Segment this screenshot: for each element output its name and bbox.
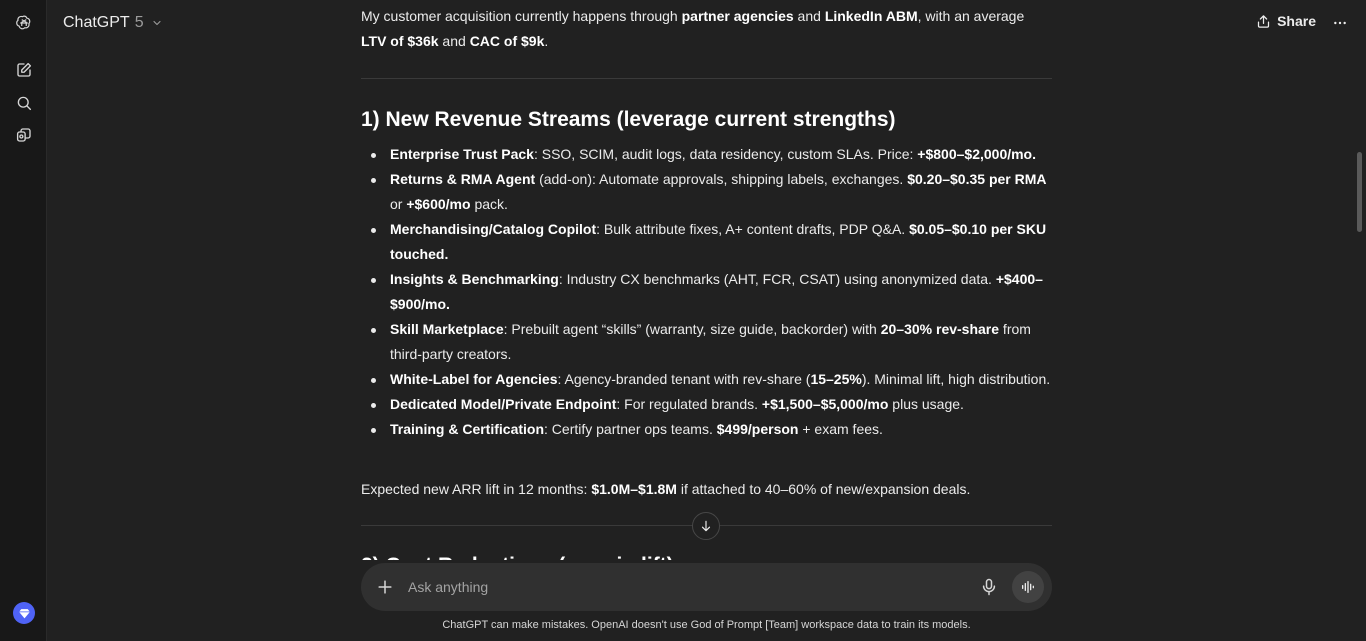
list-item: Merchandising/Catalog Copilot: Bulk attr… — [361, 217, 1052, 267]
plus-icon[interactable] — [375, 577, 395, 597]
list-item: Skill Marketplace: Prebuilt agent “skill… — [361, 317, 1052, 367]
left-rail — [0, 0, 47, 641]
list-item: Returns & RMA Agent (add-on): Automate a… — [361, 167, 1052, 217]
list-item: Dedicated Model/Private Endpoint: For re… — [361, 392, 1052, 417]
share-label: Share — [1277, 13, 1316, 29]
list-item: Training & Certification: Certify partne… — [361, 417, 1052, 442]
section-heading: 1) New Revenue Streams (leverage current… — [361, 108, 896, 131]
model-switcher[interactable]: ChatGPT 5 — [63, 14, 163, 32]
scroll-to-bottom-button[interactable] — [692, 512, 720, 540]
model-name: ChatGPT — [63, 14, 130, 31]
model-version: 5 — [134, 14, 144, 31]
chevron-down-icon — [153, 20, 161, 26]
share-icon — [1257, 14, 1270, 28]
more-horizontal-icon — [1334, 21, 1346, 25]
upgrade-icon[interactable] — [11, 600, 37, 626]
diamond-icon — [13, 602, 35, 624]
share-button[interactable]: Share — [1256, 13, 1316, 29]
openai-logo-icon[interactable] — [11, 10, 37, 36]
assistant-message: My customer acquisition currently happen… — [361, 0, 1052, 560]
arrow-down-icon — [701, 520, 711, 532]
scrollbar-thumb[interactable] — [1357, 152, 1362, 232]
voice-mode-button[interactable] — [1012, 571, 1044, 603]
new-chat-icon[interactable] — [11, 57, 37, 83]
arr-summary: Expected new ARR lift in 12 months: $1.0… — [361, 481, 971, 497]
disclaimer-text: ChatGPT can make mistakes. OpenAI doesn'… — [442, 619, 971, 631]
revenue-streams-list: Enterprise Trust Pack: SSO, SCIM, audit … — [361, 142, 1052, 442]
list-item: Insights & Benchmarking: Industry CX ben… — [361, 267, 1052, 317]
list-item: Enterprise Trust Pack: SSO, SCIM, audit … — [361, 142, 1052, 167]
more-options-button[interactable] — [1330, 13, 1350, 33]
next-section-heading: 2) Cost Reductions (margin lift) — [361, 552, 674, 560]
conversation-scrollbar[interactable] — [1353, 0, 1366, 641]
prompt-input[interactable] — [408, 577, 968, 597]
message-composer — [361, 563, 1052, 611]
microphone-icon[interactable] — [979, 577, 999, 597]
intro-paragraph: My customer acquisition currently happen… — [361, 8, 1025, 49]
section-divider — [361, 78, 1052, 79]
list-item: White-Label for Agencies: Agency-branded… — [361, 367, 1052, 392]
search-icon[interactable] — [11, 90, 37, 116]
library-icon[interactable] — [11, 122, 37, 148]
voice-wave-icon — [1022, 581, 1034, 593]
